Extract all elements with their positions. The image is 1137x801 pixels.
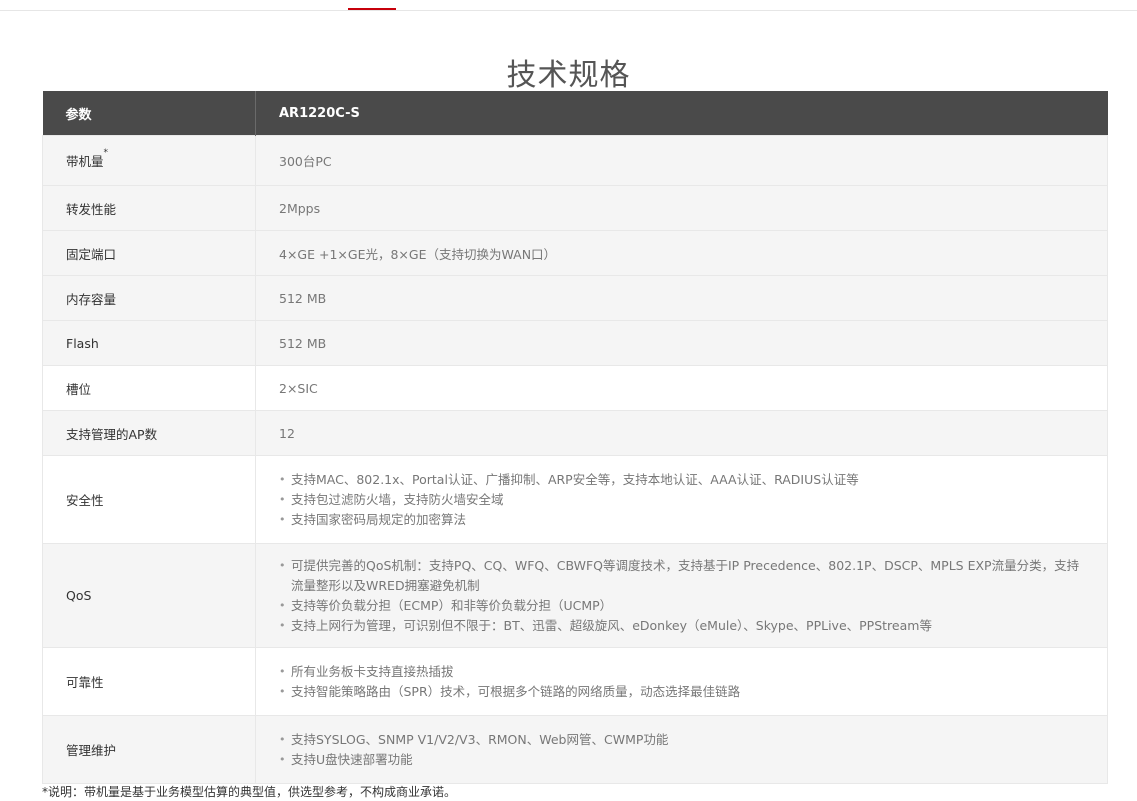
- table-row: 管理维护 支持SYSLOG、SNMP V1/V2/V3、RMON、Web网管、C…: [42, 715, 1108, 784]
- row-label: 管理维护: [42, 715, 256, 784]
- table-row: 可靠性 所有业务板卡支持直接热插拔 支持智能策略路由（SPR）技术，可根据多个链…: [42, 647, 1108, 716]
- page-title: 技术规格: [506, 58, 631, 94]
- list-item: 支持等价负载分担（ECMP）和非等价负载分担（UCMP）: [279, 596, 1085, 616]
- table-row: 带机量* 300台PC: [42, 135, 1108, 186]
- list-item: 支持上网行为管理，可识别但不限于：BT、迅雷、超级旋风、eDonkey（eMul…: [279, 616, 1085, 636]
- list-item: 支持U盘快速部署功能: [279, 750, 1085, 770]
- row-value: 300台PC: [255, 135, 1108, 186]
- table-row: 支持管理的AP数 12: [42, 410, 1108, 456]
- row-value: 4×GE +1×GE光，8×GE（支持切换为WAN口）: [255, 230, 1108, 276]
- table-row: 转发性能 2Mpps: [42, 185, 1108, 231]
- row-value: 支持MAC、802.1x、Portal认证、广播抑制、ARP安全等，支持本地认证…: [255, 455, 1108, 544]
- row-label: QoS: [42, 543, 256, 648]
- row-label: 转发性能: [42, 185, 256, 231]
- row-label: 支持管理的AP数: [42, 410, 256, 456]
- row-value: 2Mpps: [255, 185, 1108, 231]
- list-item: 所有业务板卡支持直接热插拔: [279, 662, 1085, 682]
- bullet-list: 所有业务板卡支持直接热插拔 支持智能策略路由（SPR）技术，可根据多个链路的网络…: [279, 662, 1085, 702]
- list-item: 支持SYSLOG、SNMP V1/V2/V3、RMON、Web网管、CWMP功能: [279, 730, 1085, 750]
- table-row: Flash 512 MB: [42, 320, 1108, 366]
- row-label: 可靠性: [42, 647, 256, 716]
- row-value: 12: [255, 410, 1108, 456]
- row-value: 支持SYSLOG、SNMP V1/V2/V3、RMON、Web网管、CWMP功能…: [255, 715, 1108, 784]
- row-label: 固定端口: [42, 230, 256, 276]
- footnote-marker: *: [103, 148, 109, 158]
- table-header-row: 参数 AR1220C-S: [42, 91, 1108, 136]
- list-item: 支持包过滤防火墙，支持防火墙安全域: [279, 490, 1085, 510]
- list-item: 可提供完善的QoS机制：支持PQ、CQ、WFQ、CBWFQ等调度技术，支持基于I…: [279, 556, 1085, 596]
- table-row: 固定端口 4×GE +1×GE光，8×GE（支持切换为WAN口）: [42, 230, 1108, 276]
- active-tab-indicator: [348, 8, 396, 10]
- footnote: *说明：带机量是基于业务模型估算的典型值，供选型参考，不构成商业承诺。: [42, 785, 457, 799]
- spec-table: 参数 AR1220C-S 带机量* 300台PC 转发性能 2Mpps 固定端口…: [42, 91, 1108, 784]
- table-row: 安全性 支持MAC、802.1x、Portal认证、广播抑制、ARP安全等，支持…: [42, 455, 1108, 544]
- list-item: 支持国家密码局规定的加密算法: [279, 510, 1085, 530]
- bullet-list: 支持SYSLOG、SNMP V1/V2/V3、RMON、Web网管、CWMP功能…: [279, 730, 1085, 770]
- table-row: 内存容量 512 MB: [42, 275, 1108, 321]
- bullet-list: 可提供完善的QoS机制：支持PQ、CQ、WFQ、CBWFQ等调度技术，支持基于I…: [279, 556, 1085, 636]
- row-label: Flash: [42, 320, 256, 366]
- row-value: 2×SIC: [255, 365, 1108, 411]
- table-row: QoS 可提供完善的QoS机制：支持PQ、CQ、WFQ、CBWFQ等调度技术，支…: [42, 543, 1108, 648]
- top-nav-bar: [0, 0, 1137, 11]
- row-label: 安全性: [42, 455, 256, 544]
- row-value: 512 MB: [255, 275, 1108, 321]
- row-value: 所有业务板卡支持直接热插拔 支持智能策略路由（SPR）技术，可根据多个链路的网络…: [255, 647, 1108, 716]
- row-label: 带机量*: [42, 135, 256, 186]
- list-item: 支持智能策略路由（SPR）技术，可根据多个链路的网络质量，动态选择最佳链路: [279, 682, 1085, 702]
- row-value: 512 MB: [255, 320, 1108, 366]
- list-item: 支持MAC、802.1x、Portal认证、广播抑制、ARP安全等，支持本地认证…: [279, 470, 1085, 490]
- row-label: 内存容量: [42, 275, 256, 321]
- header-model: AR1220C-S: [255, 91, 1108, 136]
- bullet-list: 支持MAC、802.1x、Portal认证、广播抑制、ARP安全等，支持本地认证…: [279, 470, 1085, 530]
- row-value: 可提供完善的QoS机制：支持PQ、CQ、WFQ、CBWFQ等调度技术，支持基于I…: [255, 543, 1108, 648]
- row-label: 槽位: [42, 365, 256, 411]
- table-row: 槽位 2×SIC: [42, 365, 1108, 411]
- header-param: 参数: [42, 91, 256, 136]
